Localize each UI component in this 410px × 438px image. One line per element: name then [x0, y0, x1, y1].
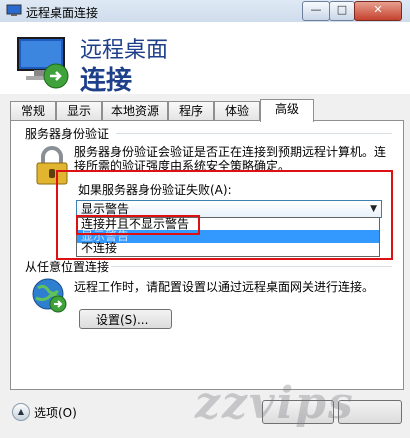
anywhere-description: 远程工作时，请配置设置以通过远程桌面网关进行连接。 [74, 280, 375, 294]
group-divider [116, 133, 392, 134]
window-title: 远程桌面连接 [26, 6, 99, 20]
server-auth-description: 服务器身份验证会验证是否正在连接到预期远程计算机。连接所需的验证强度由系统安全策… [74, 145, 387, 173]
globe-network-icon [32, 278, 67, 313]
options-label: 选项(O) [34, 406, 77, 420]
settings-button[interactable]: 设置(S)... [79, 309, 172, 329]
annotation-box-inner [76, 215, 200, 235]
options-toggle[interactable]: ▲ 选项(O) [12, 403, 82, 421]
minimize-button[interactable]: — [302, 1, 330, 21]
tab-general[interactable]: 常规 [10, 101, 56, 121]
tab-programs[interactable]: 程序 [168, 101, 214, 121]
remote-desktop-window: 远程桌面连接 — □ ✕ 远程桌面 连接 常规 显示 本地资源 程序 体验 高级… [0, 0, 410, 438]
anywhere-group-label: 从任意位置连接 [23, 258, 112, 275]
tab-strip: 常规 显示 本地资源 程序 体验 高级 [10, 99, 400, 122]
server-auth-group-label: 服务器身份验证 [23, 125, 112, 142]
tab-local-resources[interactable]: 本地资源 [102, 101, 168, 121]
tab-advanced[interactable]: 高级 [260, 99, 314, 122]
chevron-up-icon[interactable]: ▲ [12, 403, 30, 421]
header-banner: 远程桌面 连接 [0, 22, 410, 96]
close-button[interactable]: ✕ [354, 1, 402, 21]
header-title-line2: 连接 [80, 66, 133, 96]
monitor-icon [17, 37, 69, 89]
title-bar[interactable]: 远程桌面连接 — □ ✕ [0, 0, 410, 22]
group-divider [110, 266, 392, 267]
remote-desktop-icon [6, 4, 22, 16]
tab-display[interactable]: 显示 [56, 101, 102, 121]
tab-experience[interactable]: 体验 [214, 101, 260, 121]
maximize-button[interactable]: □ [329, 1, 355, 21]
watermark-logo: zzvips [195, 378, 355, 429]
